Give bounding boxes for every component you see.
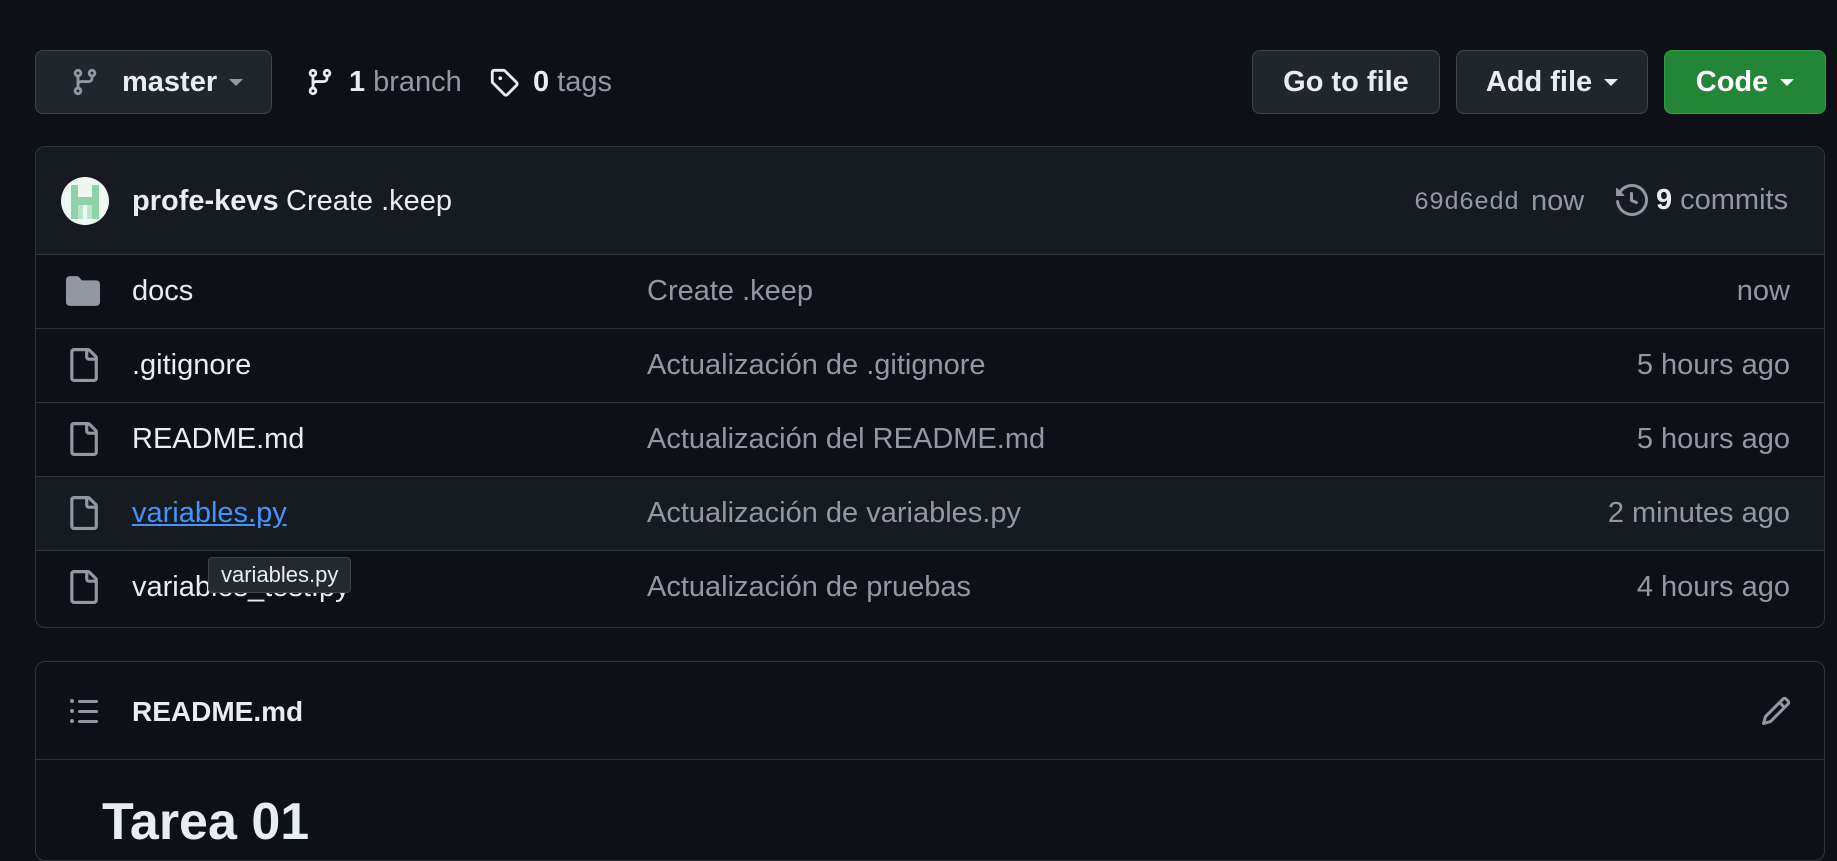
file-commit-message[interactable]: Actualización del README.md	[647, 423, 1045, 456]
commit-author[interactable]: profe-kevs	[132, 185, 279, 218]
identicon-icon	[71, 185, 99, 219]
git-branch-icon	[308, 68, 332, 96]
chevron-down-icon	[229, 78, 244, 86]
file-name[interactable]: docs	[132, 275, 193, 308]
file-commit-message[interactable]: Actualización de .gitignore	[647, 349, 986, 382]
filename-tooltip: variables.py	[208, 557, 352, 593]
branch-select-button[interactable]: master	[35, 50, 272, 114]
code-label: Code	[1695, 65, 1769, 98]
file-age: now	[1736, 275, 1790, 307]
file-commit-message[interactable]: Create .keep	[647, 275, 813, 308]
commits-count: 9	[1656, 183, 1673, 216]
folder-icon	[66, 276, 100, 306]
history-icon	[1616, 184, 1648, 216]
add-file-label: Add file	[1485, 65, 1593, 98]
file-icon	[70, 496, 98, 530]
code-button[interactable]: Code	[1664, 50, 1826, 114]
file-icon	[70, 348, 98, 382]
tag-icon	[490, 68, 519, 97]
commits-label: commits	[1680, 183, 1789, 216]
git-branch-icon	[73, 68, 97, 96]
readme-header: README.md	[36, 662, 1824, 760]
commit-time: now	[1531, 185, 1585, 217]
tags-label: tags	[557, 65, 612, 98]
readme-heading: Tarea 01	[102, 793, 310, 851]
chevron-down-icon	[1780, 78, 1795, 86]
file-row-variables[interactable]: variables.py Actualización de variables.…	[36, 477, 1824, 551]
tags-link[interactable]: 0 tags	[489, 50, 612, 114]
file-name[interactable]: .gitignore	[132, 349, 251, 382]
file-row-readme[interactable]: README.md Actualización del README.md 5 …	[36, 403, 1824, 477]
branches-label: branch	[373, 65, 462, 98]
file-commit-message[interactable]: Actualización de pruebas	[647, 571, 971, 604]
branches-link[interactable]: 1 branch	[305, 50, 462, 114]
file-name[interactable]: variables.py	[132, 497, 287, 530]
list-icon[interactable]	[68, 695, 100, 727]
add-file-button[interactable]: Add file	[1456, 50, 1648, 114]
go-to-file-button[interactable]: Go to file	[1252, 50, 1440, 114]
file-row-gitignore[interactable]: .gitignore Actualización de .gitignore 5…	[36, 329, 1824, 403]
file-listing: profe-kevs Create .keep 69d6edd now 9 co…	[35, 146, 1825, 628]
file-age: 5 hours ago	[1636, 349, 1790, 381]
avatar[interactable]	[61, 177, 109, 225]
chevron-down-icon	[1604, 78, 1619, 86]
file-age: 2 minutes ago	[1607, 497, 1790, 529]
branches-count: 1	[349, 65, 366, 98]
file-age: 4 hours ago	[1636, 571, 1790, 603]
file-row-docs[interactable]: docs Create .keep now	[36, 255, 1824, 329]
commit-message[interactable]: Create .keep	[286, 185, 452, 218]
readme-panel: README.md Tarea 01	[35, 661, 1825, 861]
tags-count: 0	[533, 65, 550, 98]
file-name[interactable]: README.md	[132, 423, 304, 456]
branch-name: master	[122, 65, 218, 98]
file-age: 5 hours ago	[1636, 423, 1790, 455]
file-commit-message[interactable]: Actualización de variables.py	[647, 497, 1021, 530]
readme-filename[interactable]: README.md	[132, 696, 303, 728]
go-to-file-label: Go to file	[1283, 65, 1409, 98]
file-icon	[70, 570, 98, 604]
pencil-icon[interactable]	[1760, 695, 1792, 727]
latest-commit-bar: profe-kevs Create .keep 69d6edd now 9 co…	[36, 147, 1824, 255]
commits-link[interactable]: 9 commits	[1616, 177, 1788, 223]
file-icon	[70, 422, 98, 456]
commit-sha[interactable]: 69d6edd	[1414, 188, 1519, 217]
